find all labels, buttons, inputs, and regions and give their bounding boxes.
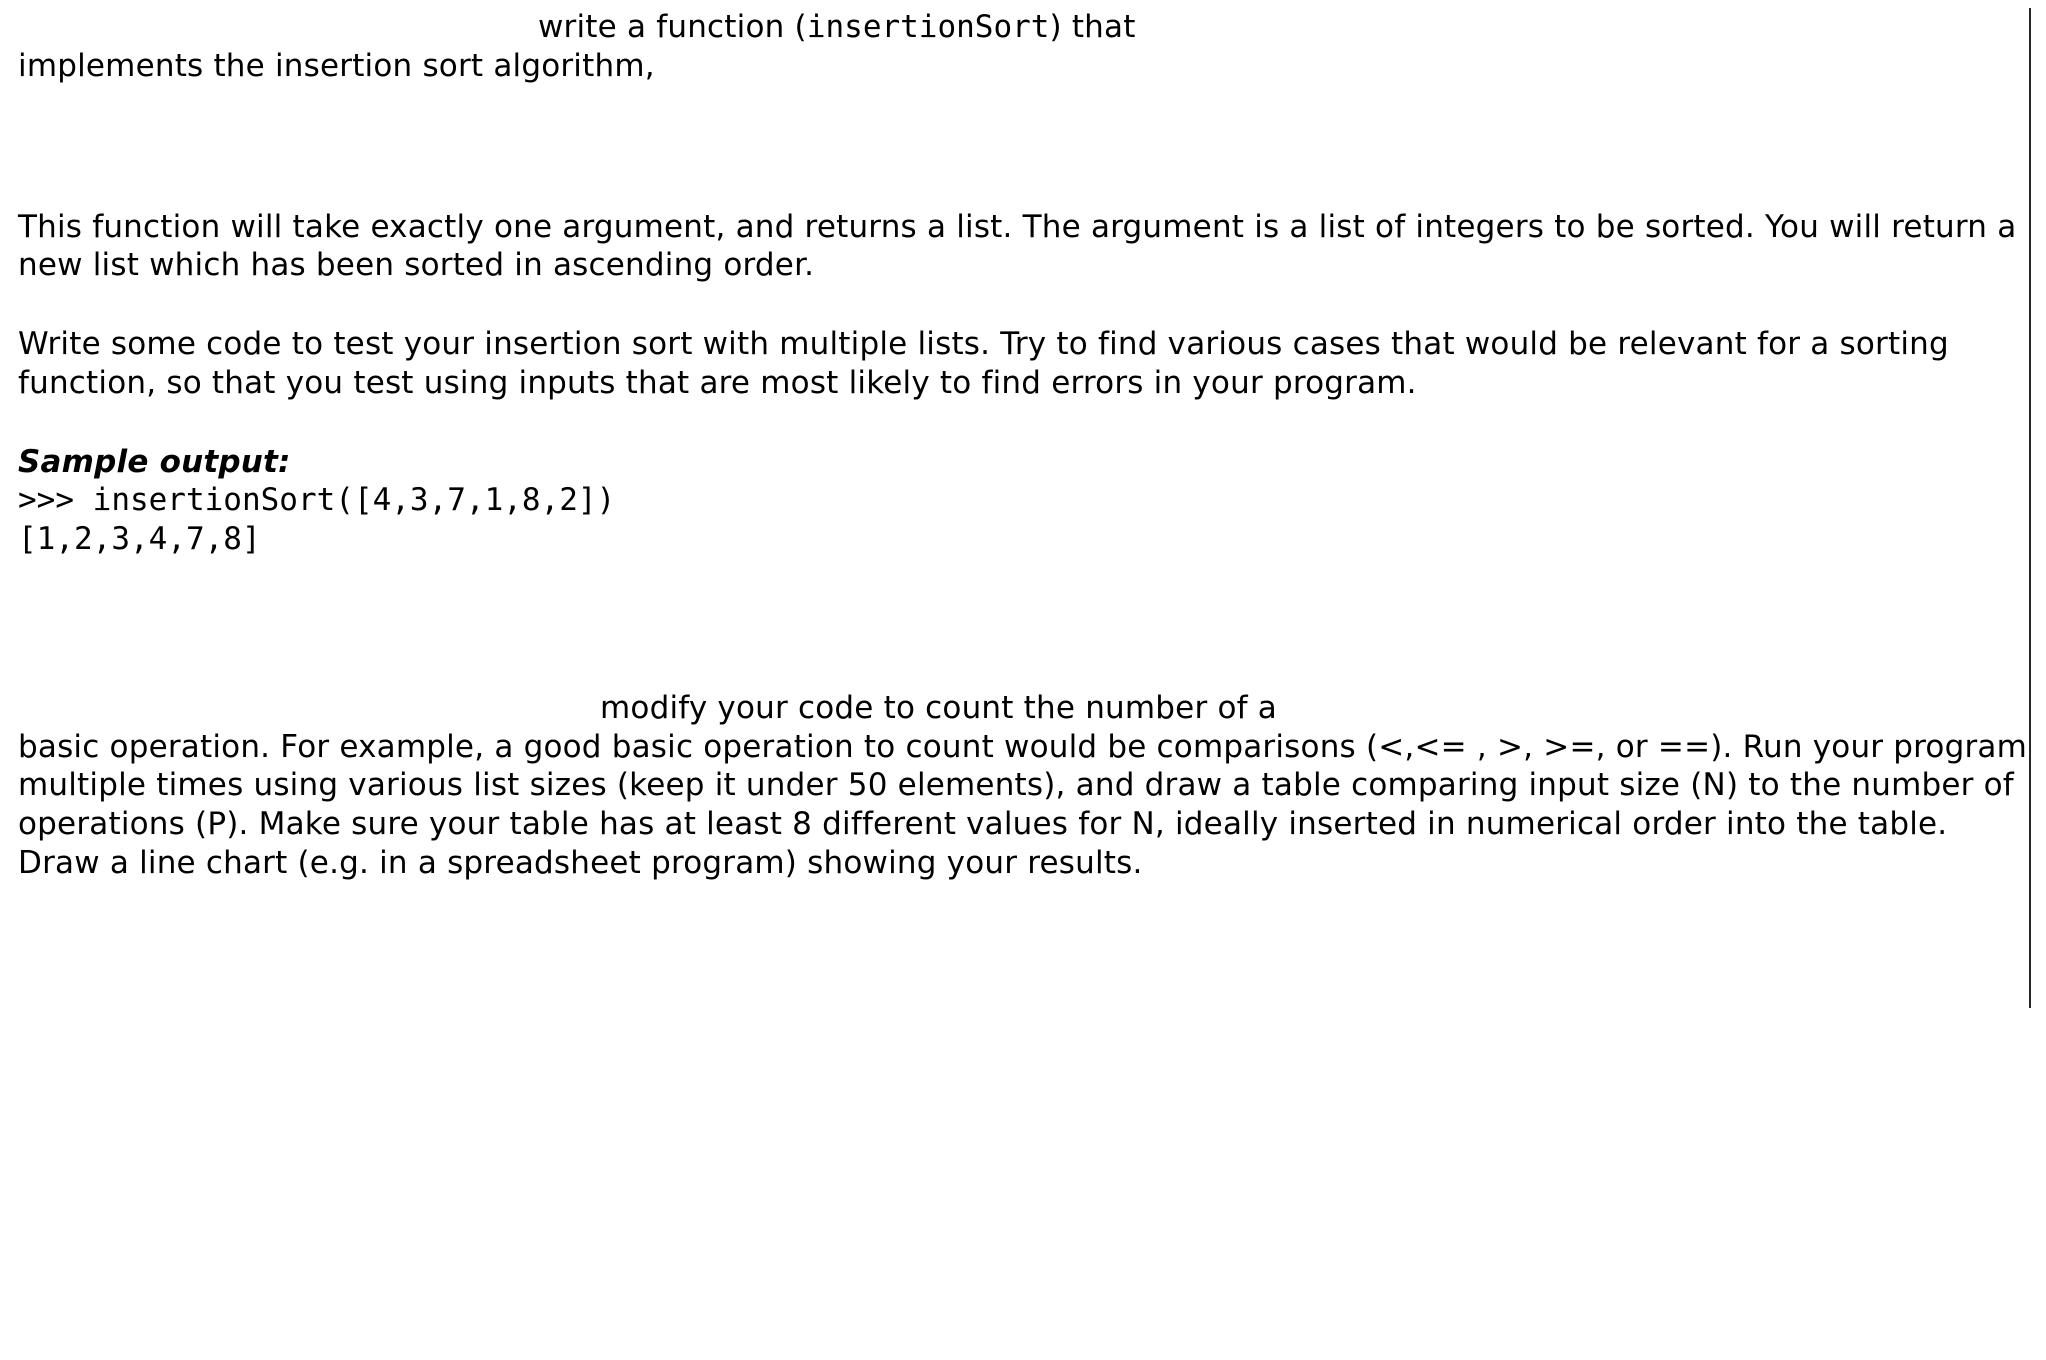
page-right-border xyxy=(2029,8,2031,1008)
sample-output-label: Sample output: xyxy=(18,443,2031,482)
paragraph-2: This function will take exactly one argu… xyxy=(18,208,2031,286)
paragraph-3: Write some code to test your insertion s… xyxy=(18,325,2031,403)
sample-code-line-1: >>> insertionSort([4,3,7,1,8,2]) xyxy=(18,481,2031,520)
spacer xyxy=(18,86,2031,208)
paragraph-1: write a function (insertionSort) that xyxy=(18,8,2031,47)
sample-code-line-2: [1,2,3,4,7,8] xyxy=(18,520,2031,559)
paragraph-1-cont: implements the insertion sort algorithm, xyxy=(18,47,2031,86)
spacer xyxy=(18,403,2031,443)
code-inline-insertionsort: insertionSort xyxy=(807,9,1050,45)
paragraph-4-cont: basic operation. For example, a good bas… xyxy=(18,728,2031,883)
text-fragment: write a function ( xyxy=(538,9,807,45)
paragraph-4: modify your code to count the number of … xyxy=(18,689,2031,728)
spacer xyxy=(18,559,2031,689)
document-body: write a function (insertionSort) that im… xyxy=(18,8,2031,883)
text-fragment: modify your code to count the number of … xyxy=(600,690,1277,726)
spacer xyxy=(18,285,2031,325)
text-fragment: ) that xyxy=(1049,9,1135,45)
